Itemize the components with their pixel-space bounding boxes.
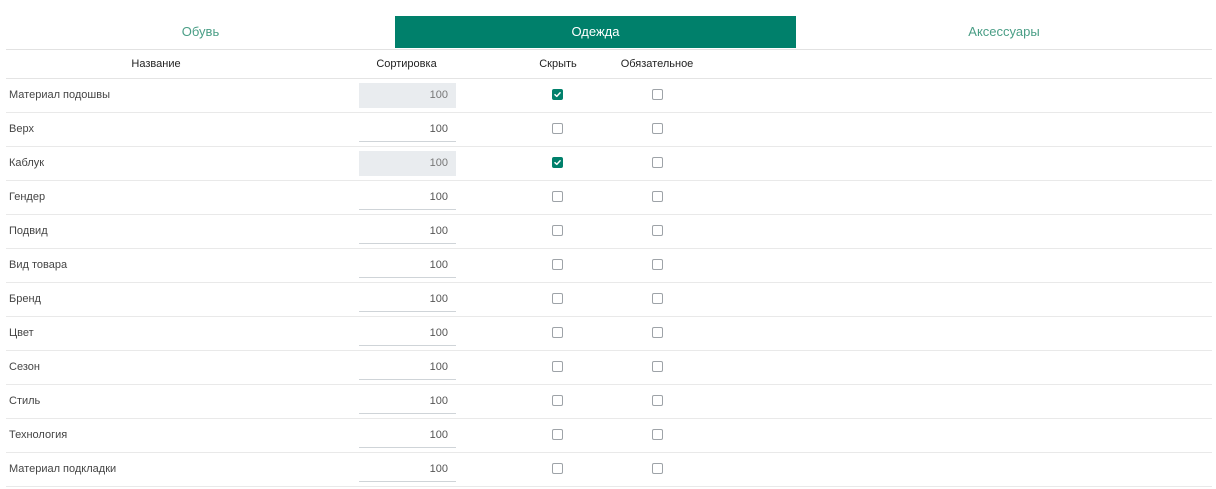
- sort-order-input[interactable]: [359, 321, 456, 346]
- required-checkbox[interactable]: [652, 327, 663, 338]
- hide-checkbox[interactable]: [552, 361, 563, 372]
- required-checkbox[interactable]: [652, 429, 663, 440]
- attribute-name: Стиль: [9, 395, 41, 407]
- required-checkbox[interactable]: [652, 259, 663, 270]
- hide-checkbox[interactable]: [552, 395, 563, 406]
- tab-clothing[interactable]: Одежда: [395, 16, 796, 48]
- sort-order-input[interactable]: [359, 219, 456, 244]
- attribute-name: Цвет: [9, 327, 34, 339]
- hide-checkbox[interactable]: [552, 293, 563, 304]
- attribute-name: Материал подошвы: [9, 89, 110, 101]
- tab-accessories[interactable]: Аксессуары: [796, 16, 1212, 48]
- hide-checkbox[interactable]: [552, 429, 563, 440]
- attribute-name: Подвид: [9, 225, 48, 237]
- attributes-table: Название Сортировка Скрыть Обязательное …: [6, 50, 1212, 487]
- table-row: Сезон: [6, 351, 1212, 385]
- check-icon: [554, 92, 561, 98]
- attribute-name: Сезон: [9, 361, 40, 373]
- column-header-required: Обязательное: [620, 58, 694, 70]
- column-header-name: Название: [131, 58, 181, 70]
- table-row: Подвид: [6, 215, 1212, 249]
- table-row: Цвет: [6, 317, 1212, 351]
- required-checkbox[interactable]: [652, 395, 663, 406]
- hide-checkbox[interactable]: [552, 327, 563, 338]
- sort-order-input[interactable]: [359, 423, 456, 448]
- category-tabs: Обувь Одежда Аксессуары: [6, 16, 1212, 48]
- hide-checkbox[interactable]: [552, 463, 563, 474]
- required-checkbox[interactable]: [652, 293, 663, 304]
- sort-order-input[interactable]: [359, 355, 456, 380]
- sort-order-input[interactable]: [359, 253, 456, 278]
- table-row: Бренд: [6, 283, 1212, 317]
- table-row: Материал подошвы: [6, 79, 1212, 113]
- table-row: Технология: [6, 419, 1212, 453]
- sort-order-input[interactable]: [359, 457, 456, 482]
- hide-checkbox[interactable]: [552, 157, 563, 168]
- column-header-sort: Сортировка: [376, 58, 437, 70]
- hide-checkbox[interactable]: [552, 225, 563, 236]
- table-row: Стиль: [6, 385, 1212, 419]
- required-checkbox[interactable]: [652, 191, 663, 202]
- attribute-name: Верх: [9, 123, 34, 135]
- attribute-name: Бренд: [9, 293, 41, 305]
- attribute-name: Каблук: [9, 157, 45, 169]
- table-row: Гендер: [6, 181, 1212, 215]
- table-row: Каблук: [6, 147, 1212, 181]
- column-header-hide: Скрыть: [539, 58, 577, 70]
- hide-checkbox[interactable]: [552, 191, 563, 202]
- sort-order-input[interactable]: [359, 83, 456, 108]
- required-checkbox[interactable]: [652, 157, 663, 168]
- sort-order-input[interactable]: [359, 287, 456, 312]
- sort-order-input[interactable]: [359, 389, 456, 414]
- table-header: Название Сортировка Скрыть Обязательное: [6, 50, 1212, 79]
- hide-checkbox[interactable]: [552, 259, 563, 270]
- attribute-name: Технология: [9, 429, 68, 441]
- attribute-name: Вид товара: [9, 259, 68, 271]
- required-checkbox[interactable]: [652, 463, 663, 474]
- required-checkbox[interactable]: [652, 89, 663, 100]
- check-icon: [554, 160, 561, 166]
- sort-order-input[interactable]: [359, 117, 456, 142]
- hide-checkbox[interactable]: [552, 89, 563, 100]
- required-checkbox[interactable]: [652, 123, 663, 134]
- required-checkbox[interactable]: [652, 361, 663, 372]
- hide-checkbox[interactable]: [552, 123, 563, 134]
- tab-shoes[interactable]: Обувь: [6, 16, 395, 48]
- attribute-name: Гендер: [9, 191, 46, 203]
- sort-order-input[interactable]: [359, 185, 456, 210]
- sort-order-input[interactable]: [359, 151, 456, 176]
- attribute-name: Материал подкладки: [9, 463, 117, 475]
- table-body: Материал подошвы Верх Каблук: [6, 79, 1212, 487]
- required-checkbox[interactable]: [652, 225, 663, 236]
- table-row: Верх: [6, 113, 1212, 147]
- table-row: Материал подкладки: [6, 453, 1212, 487]
- table-row: Вид товара: [6, 249, 1212, 283]
